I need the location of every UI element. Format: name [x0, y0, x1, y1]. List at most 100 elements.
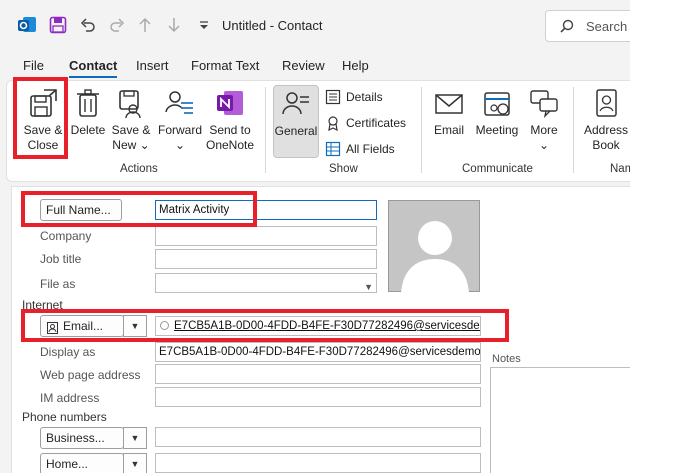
- ribbon-separator: [421, 87, 422, 173]
- save-close-label-2: Close: [27, 138, 59, 152]
- save-new-icon: [119, 90, 141, 119]
- address-book-label-2: Book: [592, 138, 620, 152]
- file-as-combo[interactable]: ▼: [155, 273, 377, 293]
- more-icon: [530, 90, 558, 118]
- full-name-button[interactable]: Full Name...: [40, 199, 122, 221]
- window-title: Untitled - Contact: [222, 18, 323, 33]
- home-phone-input[interactable]: [155, 453, 481, 473]
- tab-file[interactable]: File: [23, 58, 44, 73]
- chevron-down-icon: ⌄: [139, 138, 150, 152]
- names-group-label: Nam: [610, 163, 630, 175]
- onenote-icon: [217, 91, 243, 115]
- home-phone-button[interactable]: Home...: [40, 453, 124, 473]
- save-close-button[interactable]: Save & Close: [19, 87, 67, 153]
- send-to-onenote-button[interactable]: Send to OneNote: [205, 87, 255, 153]
- communicate-group-label: Communicate: [462, 163, 533, 175]
- save-new-button[interactable]: Save & New ⌄: [109, 87, 153, 153]
- ribbon-tabs: File Contact Insert Format Text Review H…: [0, 55, 630, 79]
- calendar-icon: [484, 92, 510, 116]
- actions-group-label: Actions: [120, 163, 158, 175]
- address-book-icon: [596, 89, 617, 117]
- certificates-button[interactable]: Certificates: [325, 115, 406, 131]
- forward-icon: [165, 91, 193, 114]
- dropdown-arrow-icon: ▼: [130, 321, 140, 331]
- forward-button[interactable]: Forward ⌄: [155, 87, 205, 153]
- home-phone-dropdown[interactable]: ▼: [123, 453, 147, 473]
- tab-help[interactable]: Help: [342, 58, 369, 73]
- web-page-input[interactable]: [155, 364, 481, 384]
- send-onenote-label-1: Send to: [209, 123, 251, 137]
- ribbon-separator: [265, 87, 266, 173]
- general-label: General: [274, 124, 318, 138]
- details-icon: [325, 89, 341, 105]
- undo-icon[interactable]: [78, 15, 98, 35]
- job-title-input[interactable]: [155, 249, 377, 269]
- email-button-label: Email...: [63, 319, 104, 333]
- search-placeholder: Search: [586, 19, 628, 34]
- general-button[interactable]: General: [273, 85, 319, 158]
- file-as-label: File as: [40, 277, 76, 291]
- tab-contact[interactable]: Contact: [69, 58, 118, 78]
- delete-button[interactable]: Delete: [69, 87, 107, 138]
- chevron-down-icon: ⌄: [174, 138, 186, 152]
- outlook-contact-window: Untitled - Contact Search File Contact I…: [0, 0, 630, 473]
- certificate-icon: [328, 116, 338, 131]
- title-bar: Untitled - Contact Search: [0, 0, 630, 50]
- chevron-down-icon: ⌄: [538, 138, 550, 152]
- tab-format-text[interactable]: Format Text: [191, 58, 259, 73]
- redo-icon[interactable]: [107, 15, 127, 35]
- email-type-dropdown[interactable]: ▼: [123, 315, 147, 337]
- business-phone-input[interactable]: [155, 427, 481, 447]
- more-button[interactable]: More ⌄: [527, 87, 561, 153]
- email-input[interactable]: E7CB5A1B-0D00-4FDD-B4FE-F30D77282496@ser…: [155, 316, 481, 336]
- display-as-input[interactable]: E7CB5A1B-0D00-4FDD-B4FE-F30D77282496@ser…: [155, 342, 481, 362]
- tab-review[interactable]: Review: [282, 58, 325, 73]
- all-fields-label: All Fields: [346, 142, 395, 156]
- address-book-button[interactable]: Address Book: [581, 87, 630, 153]
- email-contact-icon: [47, 320, 58, 340]
- address-book-label-1: Address: [583, 123, 629, 137]
- job-title-label: Job title: [40, 252, 82, 266]
- delete-label: Delete: [70, 123, 106, 137]
- person-silhouette-icon: [401, 221, 469, 293]
- im-address-input[interactable]: [155, 387, 481, 407]
- full-name-input[interactable]: Matrix Activity: [155, 200, 377, 220]
- all-fields-button[interactable]: All Fields: [325, 141, 395, 157]
- tab-insert[interactable]: Insert: [136, 58, 169, 73]
- save-new-label-2: New ⌄: [109, 138, 153, 153]
- notes-label: Notes: [492, 353, 521, 365]
- send-onenote-label-2: OneNote: [205, 138, 255, 152]
- search-input[interactable]: Search: [545, 10, 630, 42]
- details-button[interactable]: Details: [325, 89, 383, 105]
- customize-quick-access-icon[interactable]: [194, 15, 214, 35]
- dropdown-arrow-icon: ▼: [130, 459, 140, 469]
- search-icon: [560, 19, 574, 36]
- business-phone-dropdown[interactable]: ▼: [123, 427, 147, 449]
- email-field-button[interactable]: Email...: [40, 315, 124, 337]
- save-icon[interactable]: [48, 15, 68, 35]
- save-close-label-1: Save &: [23, 123, 63, 137]
- phone-numbers-label: Phone numbers: [22, 410, 107, 424]
- down-arrow-icon[interactable]: [164, 15, 184, 35]
- more-label: More: [530, 123, 558, 137]
- internet-section-label: Internet: [22, 298, 63, 312]
- meeting-button[interactable]: Meeting: [473, 87, 521, 138]
- presence-icon: [160, 321, 169, 330]
- email-label: Email: [433, 123, 464, 137]
- display-as-label: Display as: [40, 345, 96, 359]
- details-label: Details: [346, 90, 383, 104]
- envelope-icon: [435, 94, 463, 114]
- up-arrow-icon[interactable]: [135, 15, 155, 35]
- meeting-label: Meeting: [475, 123, 519, 137]
- certificates-label: Certificates: [346, 116, 407, 130]
- business-phone-button[interactable]: Business...: [40, 427, 124, 449]
- web-page-label: Web page address: [40, 368, 141, 382]
- notes-textarea[interactable]: [490, 367, 630, 473]
- save-new-label-2-text: New: [112, 138, 137, 152]
- ribbon: Save & Close Delete Save & New ⌄ Forward…: [6, 80, 630, 182]
- ribbon-separator: [573, 87, 574, 173]
- email-button[interactable]: Email: [429, 87, 469, 138]
- save-new-label-1: Save &: [111, 123, 151, 137]
- contact-photo[interactable]: [388, 200, 480, 293]
- company-input[interactable]: [155, 226, 377, 246]
